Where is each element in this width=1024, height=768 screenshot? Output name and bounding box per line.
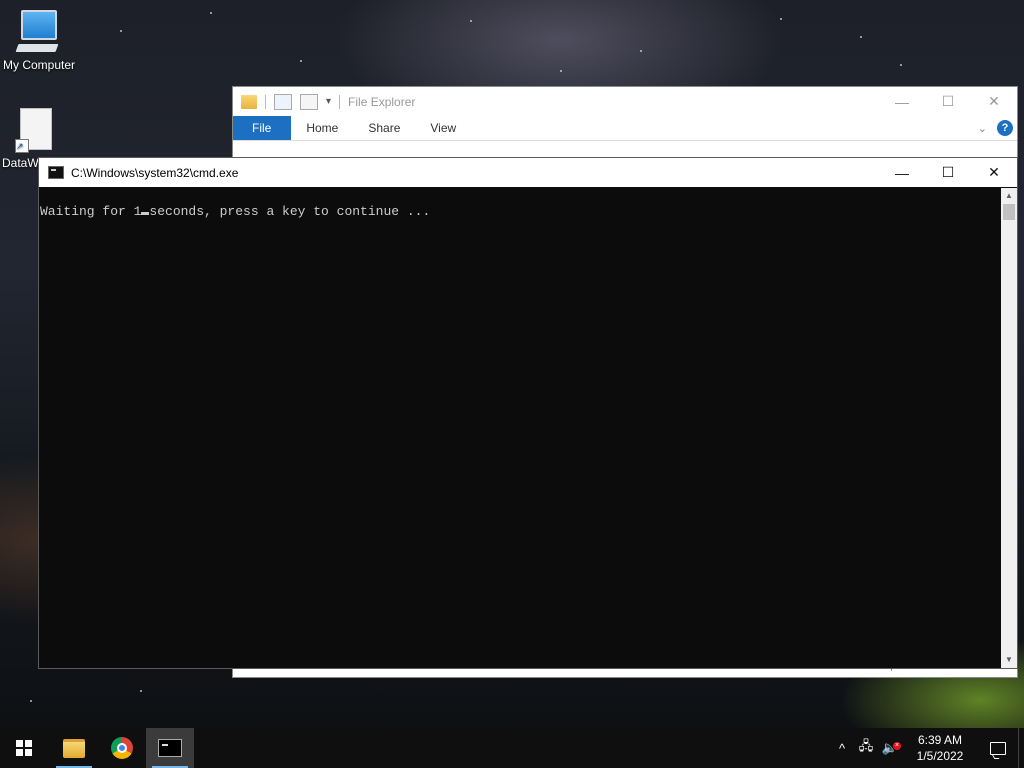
system-tray: ^ 🖧 🔈 × 6:39 AM 1/5/2022 [830,728,1024,768]
notification-icon [990,741,1006,755]
tab-share[interactable]: Share [353,116,415,140]
new-folder-icon[interactable] [300,93,318,110]
minimize-button[interactable]: — [879,87,925,116]
quick-access-toolbar: ▾ [233,93,341,110]
tab-home[interactable]: Home [291,116,353,140]
cmd-icon [158,739,182,757]
start-icon [16,740,32,756]
tab-view[interactable]: View [415,116,471,140]
clock-time: 6:39 AM [917,733,963,747]
console-text: seconds, press a key to continue ... [149,204,431,219]
help-icon[interactable]: ? [997,120,1013,136]
start-button[interactable] [0,728,48,768]
computer-icon [21,10,57,40]
chevron-down-icon[interactable]: ▾ [326,96,331,107]
window-title: C:\Windows\system32\cmd.exe [71,165,239,180]
cmd-icon [48,166,64,179]
maximize-button[interactable]: ☐ [925,87,971,116]
close-button[interactable]: ✕ [971,158,1017,187]
minimize-button[interactable]: — [879,158,925,187]
action-center-button[interactable] [978,728,1018,768]
show-desktop-button[interactable] [1018,728,1024,768]
window-title: File Explorer [348,94,416,109]
close-button[interactable]: ✕ [971,87,1017,116]
divider [339,94,341,109]
properties-icon[interactable] [274,93,292,110]
cmd-window[interactable]: C:\Windows\system32\cmd.exe — ☐ ✕ Waitin… [38,157,1018,669]
clock[interactable]: 6:39 AM 1/5/2022 [908,732,972,764]
taskbar: ^ 🖧 🔈 × 6:39 AM 1/5/2022 [0,728,1024,768]
tab-file[interactable]: File [233,116,292,140]
file-explorer-icon [63,738,85,758]
console-text: Waiting for 1 [40,204,142,219]
volume-muted-icon[interactable]: 🔈 × [878,740,902,756]
expand-ribbon-icon[interactable]: ⌄ [978,122,987,135]
scroll-down-icon[interactable]: ▼ [1001,652,1017,668]
desktop-icon-my-computer[interactable]: My Computer [1,10,77,72]
document-shortcut-icon: ↗ [15,108,52,153]
divider [265,94,266,109]
taskbar-file-explorer[interactable] [50,728,98,768]
chrome-icon [111,737,133,759]
network-icon[interactable]: 🖧 [854,737,878,759]
taskbar-cmd[interactable] [146,728,194,768]
file-explorer-titlebar[interactable]: ▾ File Explorer — ☐ ✕ [233,87,1017,116]
taskbar-chrome[interactable] [98,728,146,768]
cmd-titlebar[interactable]: C:\Windows\system32\cmd.exe — ☐ ✕ [39,158,1017,187]
scroll-up-icon[interactable]: ▲ [1001,188,1017,204]
console-output[interactable]: Waiting for 1 seconds, press a key to con… [39,188,1001,668]
desktop-icon-label: My Computer [2,58,76,72]
scrollbar-thumb[interactable] [1003,204,1015,220]
ribbon-tabs: File Home Share View ⌄ ? [233,116,1017,141]
chevron-up-icon[interactable]: ^ [830,741,854,756]
maximize-button[interactable]: ☐ [925,158,971,187]
folder-icon[interactable] [241,94,257,109]
clock-date: 1/5/2022 [916,749,964,763]
vertical-scrollbar[interactable]: ▲ ▼ [1001,188,1017,668]
